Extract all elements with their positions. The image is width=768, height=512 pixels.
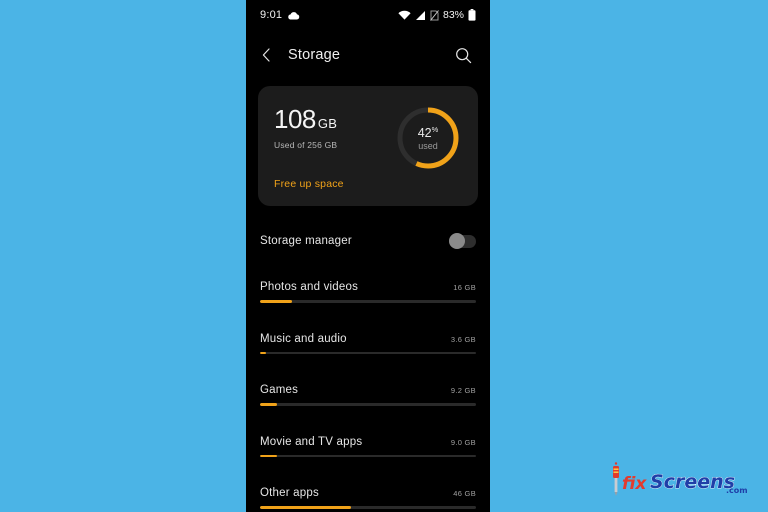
storage-manager-toggle[interactable] (449, 233, 476, 249)
category-header: Other apps 46 GB (260, 487, 476, 499)
category-header: Movie and TV apps 9.0 GB (260, 436, 476, 448)
storage-manager-label: Storage manager (260, 235, 352, 247)
category-usage-bar-fill (260, 351, 267, 354)
category-usage-bar (260, 454, 476, 457)
category-header: Games 9.2 GB (260, 384, 476, 396)
category-header: Photos and videos 16 GB (260, 281, 476, 293)
svg-text:.com: .com (726, 486, 748, 495)
category-name: Photos and videos (260, 281, 359, 293)
category-usage-bar (260, 351, 476, 354)
storage-category-row[interactable]: Music and audio 3.6 GB (260, 318, 476, 354)
free-up-space-link[interactable]: Free up space (274, 178, 344, 190)
svg-text:fix: fix (622, 474, 647, 494)
category-name: Games (260, 384, 299, 396)
category-name: Music and audio (260, 332, 347, 345)
back-arrow-icon (262, 48, 270, 62)
storage-category-row[interactable]: Photos and videos 16 GB (260, 266, 476, 303)
svg-text:Screens: Screens (650, 471, 735, 493)
category-size: 46 GB (453, 489, 476, 498)
watermark-logo-icon: fix Screens .com (613, 462, 748, 496)
signal-icon (415, 10, 425, 20)
wifi-icon (398, 10, 411, 20)
storage-category-row[interactable]: Movie and TV apps 9.0 GB (260, 421, 476, 457)
ifixscreens-watermark: fix Screens .com (604, 462, 754, 500)
category-header: Music and audio 3.6 GB (260, 333, 476, 345)
phone-screen: 9:01 83% Storage 108 GB Used of 256 GB F… (246, 0, 490, 512)
storage-category-row[interactable]: Games 9.2 GB (260, 369, 476, 406)
battery-icon (468, 9, 476, 21)
ring-chart-icon (397, 107, 459, 169)
page-title: Storage (288, 47, 341, 63)
storage-summary-card: 108 GB Used of 256 GB Free up space 42% … (258, 86, 478, 206)
category-name: Movie and TV apps (260, 435, 363, 448)
category-name: Other apps (260, 487, 319, 499)
category-usage-bar-fill (260, 506, 351, 509)
category-usage-bar (260, 300, 476, 303)
category-usage-bar-fill (260, 403, 278, 406)
sim-off-icon (430, 9, 439, 21)
category-usage-bar-fill (260, 300, 293, 303)
cloud-icon (288, 11, 300, 19)
status-bar-left: 9:01 (260, 9, 300, 21)
storage-category-list: Photos and videos 16 GB Music and audio 3.6… (246, 266, 490, 512)
search-icon (455, 47, 471, 63)
toggle-knob (449, 233, 465, 249)
search-button[interactable] (452, 44, 474, 66)
category-size: 3.6 GB (450, 334, 476, 344)
status-clock: 9:01 (260, 9, 283, 21)
storage-usage-ring: 42% used (394, 104, 462, 172)
category-size: 16 GB (453, 283, 476, 292)
storage-manager-row[interactable]: Storage manager (246, 220, 490, 262)
category-usage-bar (260, 506, 476, 509)
storage-category-row[interactable]: Other apps 46 GB (260, 472, 476, 509)
category-usage-bar-fill (260, 454, 278, 457)
status-bar-right: 83% (398, 9, 476, 21)
used-unit: GB (317, 116, 338, 131)
category-size: 9.0 GB (450, 437, 476, 447)
used-value: 108 (274, 104, 316, 134)
battery-percent: 83% (442, 9, 464, 21)
category-usage-bar (260, 403, 476, 406)
category-size: 9.2 GB (450, 386, 476, 395)
app-bar: Storage (246, 30, 490, 80)
status-bar: 9:01 83% (246, 0, 490, 30)
back-button[interactable] (262, 44, 280, 66)
